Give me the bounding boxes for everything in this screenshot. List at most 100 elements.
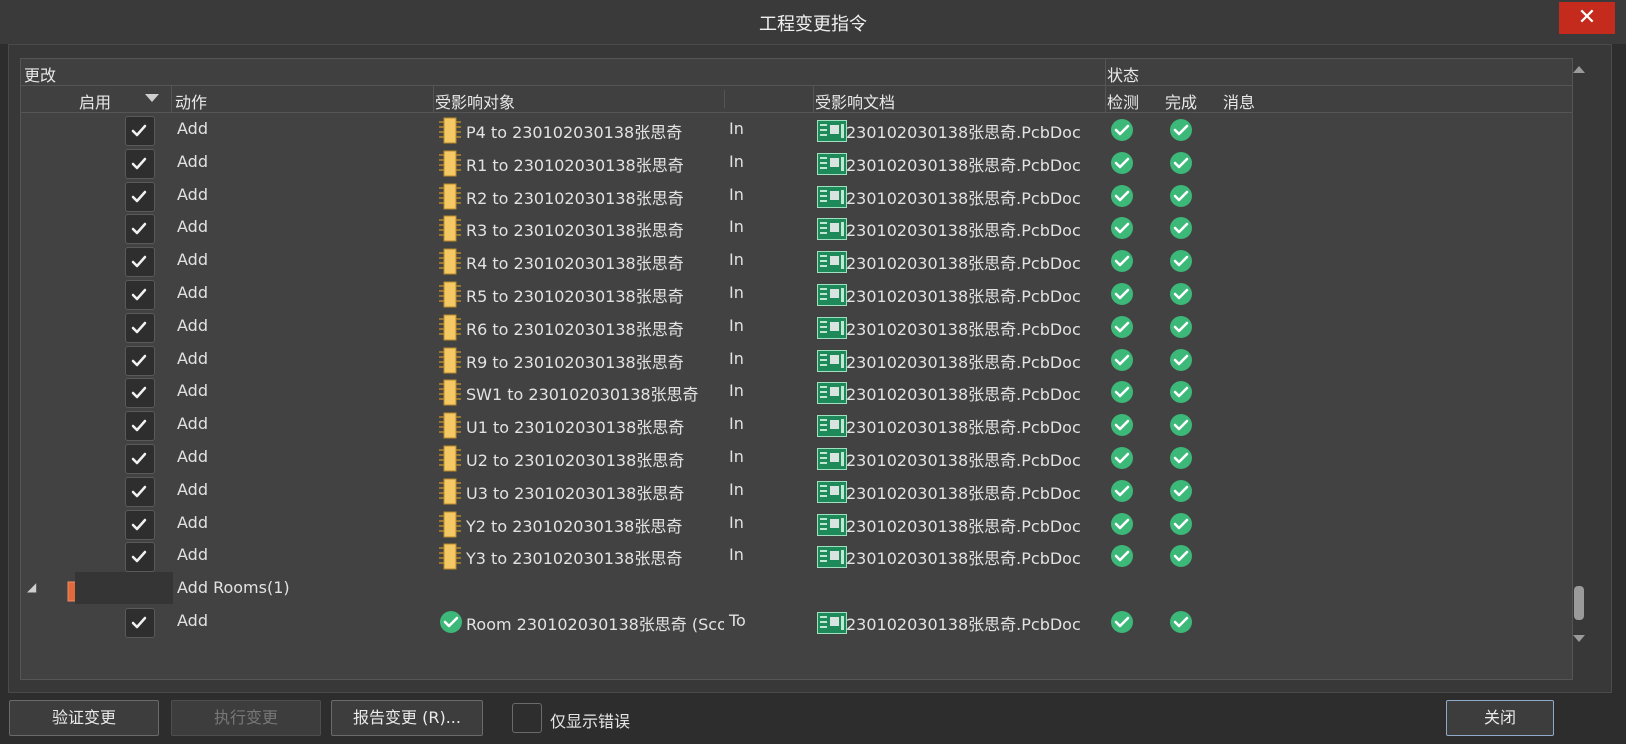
check-ok-icon: [1110, 282, 1134, 306]
table-row[interactable]: Add SW1 to 230102030138张思奇 In 230102030138张…: [21, 375, 1572, 409]
enable-checkbox[interactable]: [125, 182, 155, 212]
window-close-button[interactable]: ✕: [1559, 2, 1615, 34]
direction-cell: To: [729, 611, 746, 630]
component-icon: [439, 281, 461, 308]
enable-checkbox[interactable]: [125, 313, 155, 343]
done-ok-icon: [1169, 315, 1193, 339]
enable-checkbox[interactable]: [125, 510, 155, 540]
affected-doc-cell: 230102030138张思奇.PcbDoc: [846, 517, 1081, 536]
table-row[interactable]: Add R4 to 230102030138张思奇 In 230102030138张思…: [21, 244, 1572, 278]
action-cell: Add: [177, 480, 208, 499]
sort-arrow-icon[interactable]: [145, 94, 159, 102]
enable-checkbox[interactable]: [125, 444, 155, 474]
enable-checkbox[interactable]: [125, 608, 155, 638]
enable-checkbox[interactable]: [125, 214, 155, 244]
header-status: 状态: [1107, 66, 1140, 85]
table-row[interactable]: Add R9 to 230102030138张思奇 In 230102030138张思…: [21, 343, 1572, 377]
header-message[interactable]: 消息: [1223, 89, 1255, 113]
component-icon: [439, 183, 461, 210]
component-icon: [439, 412, 461, 439]
direction-cell: In: [729, 545, 744, 564]
pcb-document-icon: [817, 251, 847, 273]
header-column-row: 启用 动作 受影响对象 受影响文档 检测 完成 消息: [21, 86, 1572, 113]
action-cell: Add: [177, 185, 208, 204]
enable-checkbox[interactable]: [125, 477, 155, 507]
pcb-document-icon: [817, 153, 847, 175]
check-ok-icon: [1110, 479, 1134, 503]
enable-checkbox[interactable]: [125, 378, 155, 408]
expand-toggle-icon[interactable]: ◢: [27, 580, 36, 594]
only-errors-checkbox[interactable]: [512, 703, 542, 733]
check-ok-icon: [1110, 610, 1134, 634]
pcb-document-icon: [817, 514, 847, 536]
table-row[interactable]: Add R5 to 230102030138张思奇 In 230102030138张思…: [21, 277, 1572, 311]
action-cell: Add: [177, 545, 208, 564]
check-ok-icon: [1110, 512, 1134, 536]
vertical-scrollbar[interactable]: [1566, 58, 1592, 678]
affected-doc-cell: 230102030138张思奇.PcbDoc: [846, 353, 1081, 372]
check-ok-icon: [1110, 348, 1134, 372]
affected-doc-cell: 230102030138张思奇.PcbDoc: [846, 123, 1081, 142]
done-ok-icon: [1169, 512, 1193, 536]
action-cell: Add: [177, 381, 208, 400]
table-row[interactable]: Add U3 to 230102030138张思奇 In 230102030138张思…: [21, 474, 1572, 508]
table-row[interactable]: Add R1 to 230102030138张思奇 In 230102030138张思…: [21, 146, 1572, 180]
header-enable[interactable]: 启用: [79, 89, 111, 113]
pcb-document-icon: [817, 481, 847, 503]
group-label: Add Rooms(1): [177, 578, 290, 597]
enable-checkbox[interactable]: [125, 411, 155, 441]
header-check[interactable]: 检测: [1107, 89, 1139, 113]
component-icon: [439, 215, 461, 242]
table-row[interactable]: Add U2 to 230102030138张思奇 In 230102030138张思…: [21, 441, 1572, 475]
direction-cell: In: [729, 283, 744, 302]
table-row[interactable]: Add Room 230102030138张思奇 (Scope To 23010203…: [21, 605, 1572, 639]
group-row-add-rooms[interactable]: ◢ Add Rooms(1): [21, 572, 1572, 606]
affected-doc-cell: 230102030138张思奇.PcbDoc: [846, 221, 1081, 240]
direction-cell: In: [729, 414, 744, 433]
enable-checkbox[interactable]: [125, 116, 155, 146]
done-ok-icon: [1169, 348, 1193, 372]
header-done[interactable]: 完成: [1165, 89, 1197, 113]
affected-object-cell: R2 to 230102030138张思奇: [466, 189, 684, 208]
report-changes-button[interactable]: 报告变更 (R)...: [331, 700, 483, 736]
affected-object-cell: R3 to 230102030138张思奇: [466, 221, 684, 240]
enable-checkbox[interactable]: [125, 346, 155, 376]
table-row[interactable]: Add R6 to 230102030138张思奇 In 230102030138张思…: [21, 310, 1572, 344]
pcb-document-icon: [817, 415, 847, 437]
done-ok-icon: [1169, 216, 1193, 240]
direction-cell: In: [729, 250, 744, 269]
affected-doc-cell: 230102030138张思奇.PcbDoc: [846, 254, 1081, 273]
enable-checkbox[interactable]: [125, 542, 155, 572]
header-affected-object[interactable]: 受影响对象: [435, 89, 515, 113]
done-ok-icon: [1169, 249, 1193, 273]
table-row[interactable]: Add R2 to 230102030138张思奇 In 230102030138张思…: [21, 179, 1572, 213]
group-row-band: [75, 572, 173, 604]
table-row[interactable]: Add Y3 to 230102030138张思奇 In 230102030138张思…: [21, 539, 1572, 573]
affected-doc-cell: 230102030138张思奇.PcbDoc: [846, 451, 1081, 470]
check-ok-icon: [1110, 249, 1134, 273]
affected-doc-cell: 230102030138张思奇.PcbDoc: [846, 320, 1081, 339]
action-cell: Add: [177, 447, 208, 466]
close-button[interactable]: 关闭: [1446, 700, 1554, 736]
table-row[interactable]: Add R3 to 230102030138张思奇 In 230102030138张思…: [21, 211, 1572, 245]
action-cell: Add: [177, 283, 208, 302]
table-row[interactable]: Add Y2 to 230102030138张思奇 In 230102030138张思…: [21, 507, 1572, 541]
enable-checkbox[interactable]: [125, 149, 155, 179]
action-cell: Add: [177, 611, 208, 630]
validate-changes-button[interactable]: 验证变更: [9, 700, 159, 736]
action-cell: Add: [177, 250, 208, 269]
header-affected-doc[interactable]: 受影响文档: [815, 89, 895, 113]
done-ok-icon: [1169, 413, 1193, 437]
pcb-document-icon: [817, 317, 847, 339]
action-cell: Add: [177, 414, 208, 433]
direction-cell: In: [729, 316, 744, 335]
enable-checkbox[interactable]: [125, 280, 155, 310]
enable-checkbox[interactable]: [125, 247, 155, 277]
component-icon: [439, 445, 461, 472]
table-row[interactable]: Add U1 to 230102030138张思奇 In 230102030138张思…: [21, 408, 1572, 442]
header-action[interactable]: 动作: [175, 89, 207, 113]
changes-grid: 更改 状态 启用 动作 受影响对象 受影响文档 检测 完成 消息 Add P4 t…: [20, 58, 1573, 680]
affected-doc-cell: 230102030138张思奇.PcbDoc: [846, 615, 1081, 634]
table-row[interactable]: Add P4 to 230102030138张思奇 In 230102030138张思…: [21, 113, 1572, 147]
execute-changes-button[interactable]: 执行变更: [171, 700, 321, 736]
